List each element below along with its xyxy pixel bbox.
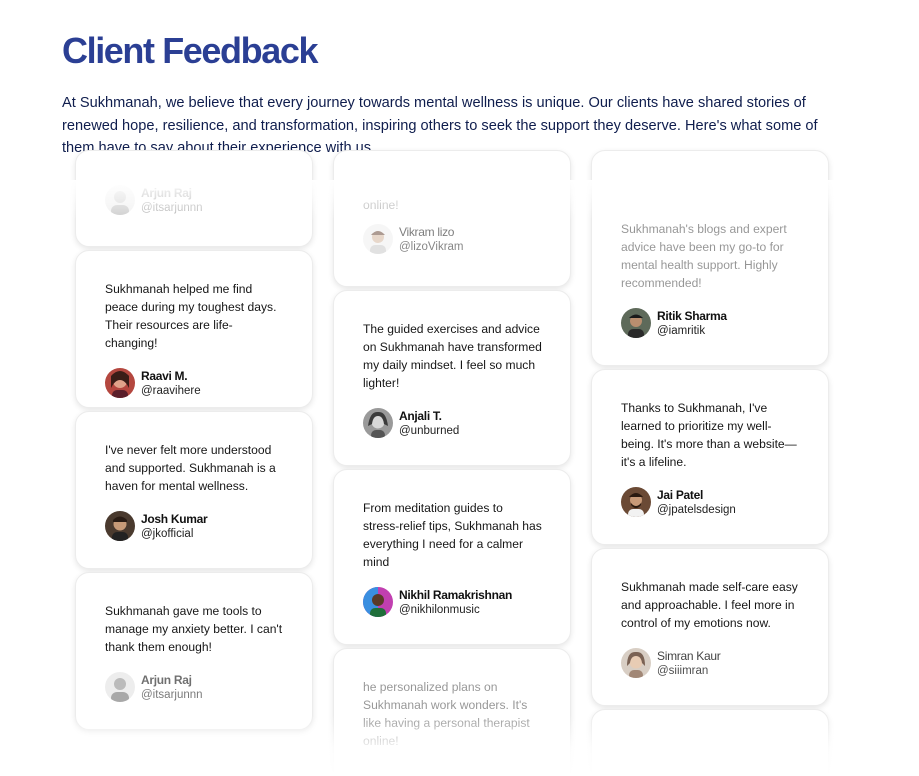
- author-name: Nikhil Ramakrishnan: [399, 587, 513, 602]
- author-handle: @lizoVikram: [399, 240, 464, 253]
- author-names: Arjun Raj @itsarjunnn: [141, 186, 203, 215]
- author-handle: @siiimran: [657, 664, 709, 677]
- author-handle: @raavihere: [141, 384, 201, 397]
- avatar: [105, 511, 135, 541]
- author-name: Josh Kumar: [141, 511, 208, 526]
- author: Raavi M. @raavihere: [105, 368, 284, 398]
- author: Josh Kumar @jkofficial: [105, 511, 284, 541]
- author-name: Ritik Sharma: [657, 308, 727, 323]
- author-names: Ritik Sharma @iamritik: [657, 309, 727, 338]
- author-names: Jai Patel @jpatelsdesign: [657, 488, 736, 517]
- avatar: [105, 672, 135, 702]
- testimonial-quote: he personalized plans on Sukhmanah work …: [363, 680, 530, 748]
- testimonial-quote: The guided exercises and advice on Sukhm…: [363, 322, 542, 390]
- testimonial-card: I've never felt more understood and supp…: [75, 411, 313, 569]
- avatar: [621, 308, 651, 338]
- testimonial-card: The guided exercises and advice on Sukhm…: [333, 290, 571, 466]
- avatar: [105, 185, 135, 215]
- avatar: [621, 487, 651, 517]
- section-heading: Client Feedback: [62, 30, 318, 71]
- testimonial-quote: online!: [363, 198, 399, 212]
- testimonial-card: Sukhmanah gave me tools to manage my anx…: [75, 572, 313, 730]
- author-names: Josh Kumar @jkofficial: [141, 511, 208, 541]
- testimonial-quote: Sukhmanah helped me find peace during my…: [105, 282, 277, 350]
- testimonial-quote: I've never felt more understood and supp…: [105, 443, 276, 493]
- avatar: [363, 408, 393, 438]
- avatar: [105, 368, 135, 398]
- author: Simran Kaur @siiimran: [621, 648, 800, 678]
- author-handle: @itsarjunnn: [141, 201, 203, 214]
- testimonial-card: online! Vikram lizo @lizoVikram: [333, 150, 571, 287]
- testimonial-quote: From meditation guides to stress-relief …: [363, 501, 542, 569]
- feedback-page: Client Feedback At Sukhmanah, we believe…: [0, 0, 919, 776]
- author-names: Vikram lizo @lizoVikram: [399, 225, 464, 254]
- author: Arjun Raj @itsarjunnn: [105, 185, 284, 215]
- author-handle: @nikhilonmusic: [399, 603, 480, 616]
- author: Jai Patel @jpatelsdesign: [621, 487, 800, 517]
- testimonial-card: Arjun Raj @itsarjunnn: [75, 150, 313, 247]
- author-name: Raavi M.: [141, 368, 188, 383]
- author-handle: @unburned: [399, 424, 460, 437]
- author-name: Simran Kaur: [657, 648, 721, 663]
- testimonial-card: [591, 709, 829, 776]
- author-handle: @jpatelsdesign: [657, 503, 736, 516]
- testimonial-card: Sukhmanah helped me find peace during my…: [75, 250, 313, 408]
- author-names: Arjun Raj @itsarjunnn: [141, 673, 203, 702]
- testimonial-quote: Sukhmanah gave me tools to manage my anx…: [105, 604, 283, 654]
- author-name: Vikram lizo: [399, 224, 455, 239]
- author-handle: @jkofficial: [141, 527, 194, 540]
- testimonial-card: From meditation guides to stress-relief …: [333, 469, 571, 645]
- author-names: Simran Kaur @siiimran: [657, 648, 721, 678]
- author-handle: @iamritik: [657, 324, 706, 337]
- author-names: Nikhil Ramakrishnan @nikhilonmusic: [399, 588, 512, 617]
- author: Nikhil Ramakrishnan @nikhilonmusic: [363, 587, 542, 617]
- testimonial-card: Sukhmanah's blogs and expert advice have…: [591, 150, 829, 366]
- author: Vikram lizo @lizoVikram: [363, 224, 542, 254]
- author-name: Jai Patel: [657, 487, 703, 502]
- author: Ritik Sharma @iamritik: [621, 308, 800, 338]
- avatar: [363, 587, 393, 617]
- author-name: Arjun Raj: [141, 185, 192, 200]
- testimonial-card: he personalized plans on Sukhmanah work …: [333, 648, 571, 776]
- author-handle: @itsarjunnn: [141, 688, 203, 701]
- testimonial-quote: Thanks to Sukhmanah, I've learned to pri…: [621, 401, 797, 469]
- author: Arjun Raj @itsarjunnn: [105, 672, 284, 702]
- avatar: [621, 648, 651, 678]
- avatar: [363, 224, 393, 254]
- testimonial-quote: Sukhmanah's blogs and expert advice have…: [621, 222, 787, 290]
- author: Anjali T. @unburned: [363, 408, 542, 438]
- testimonial-card: Sukhmanah made self-care easy and approa…: [591, 548, 829, 706]
- author-names: Raavi M. @raavihere: [141, 369, 201, 398]
- testimonial-card: Thanks to Sukhmanah, I've learned to pri…: [591, 369, 829, 545]
- author-name: Arjun Raj: [141, 672, 192, 687]
- testimonial-quote: Sukhmanah made self-care easy and approa…: [621, 580, 798, 630]
- author-names: Anjali T. @unburned: [399, 409, 459, 438]
- author-name: Anjali T.: [399, 408, 442, 423]
